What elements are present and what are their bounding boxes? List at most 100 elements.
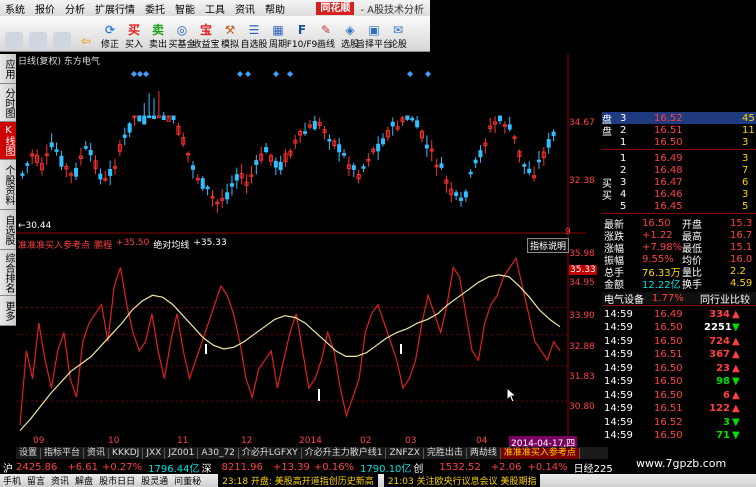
- app-brand: 同花顺 - A股技术分析: [316, 1, 430, 16]
- toolbar-button-blank[interactable]: [2, 17, 26, 51]
- left-tab-bar: 应用 分时图 K线图 个股资料 自选股 综合排名 更多: [0, 54, 16, 326]
- menu-item-news[interactable]: 资讯: [230, 1, 260, 16]
- ind-tick: 30.80: [569, 402, 595, 412]
- blank-icon: [5, 32, 23, 50]
- toolbar-button-fund[interactable]: ◎ 买基金: [168, 17, 196, 51]
- indicator-tab[interactable]: JZ001: [165, 447, 199, 459]
- indicator-tab[interactable]: 两劫线: [467, 447, 501, 459]
- tab-timeshare[interactable]: 分时图: [0, 84, 16, 122]
- tab-stock-info[interactable]: 个股资料: [0, 160, 16, 210]
- indicator-name[interactable]: 准准准买入参考点: [18, 238, 90, 251]
- bid-row[interactable]: 5 16.45 5: [602, 200, 756, 212]
- tab-watchlist[interactable]: 自选股: [0, 210, 16, 250]
- indicator-tab[interactable]: 资讯: [84, 447, 110, 459]
- indicator-help-button[interactable]: 指标说明: [527, 238, 570, 253]
- status-analysis[interactable]: 解盘: [72, 474, 96, 487]
- tab-kline[interactable]: K线图: [0, 122, 16, 160]
- period-icon: ▦: [272, 22, 284, 37]
- status-daily[interactable]: 股市日日: [96, 474, 138, 487]
- tab-apps[interactable]: 应用: [0, 54, 16, 84]
- tick-time: 14:59: [604, 362, 633, 374]
- toolbar-button-back-arrow[interactable]: ⇦: [74, 17, 98, 51]
- indicator-tab[interactable]: 介必升主力散户线1: [302, 447, 387, 459]
- menu-item-analysis[interactable]: 分析: [60, 1, 90, 16]
- menu-item-help[interactable]: 帮助: [260, 1, 290, 16]
- toolbar-button-star-list[interactable]: ☰ 自选股: [240, 17, 268, 51]
- status-message[interactable]: 留言: [24, 474, 48, 487]
- toolbar-button-hammer[interactable]: ⚒ 模拟: [218, 17, 242, 51]
- bid-row[interactable]: 买 3 16.47 6: [602, 176, 756, 190]
- sector-row[interactable]: 电气设备 1.77% 同行业比较: [602, 292, 756, 306]
- toolbar-button-label: 自选股: [240, 40, 268, 50]
- tick-row: 14:59 16.50 98 ▼: [602, 376, 756, 388]
- toolbar-button-buy[interactable]: 买买入: [122, 17, 146, 51]
- tick-row: 14:59 16.51 367 ▲: [602, 349, 756, 361]
- indicator-tab[interactable]: A30_72: [198, 447, 239, 459]
- tick-price: 16.50: [654, 362, 683, 374]
- indicator-value: +35.50: [116, 238, 150, 248]
- menu-item-ext-quote[interactable]: 扩展行情: [90, 1, 140, 16]
- toolbar-button-f10[interactable]: F F10/F9: [287, 17, 318, 51]
- toolbar-button-sell[interactable]: 卖卖出: [146, 17, 170, 51]
- candle-body: [54, 149, 59, 152]
- ask-row[interactable]: 盘 3 16.52 45: [602, 112, 756, 126]
- tick-time: 14:59: [604, 322, 633, 333]
- status-gulingtong[interactable]: 股灵通: [138, 474, 171, 487]
- x-axis-label: 2014: [299, 436, 322, 446]
- x-axis-label: 10: [108, 436, 120, 446]
- bid-row[interactable]: 买 4 16.46 3: [602, 188, 756, 202]
- menu-item-tools[interactable]: 工具: [200, 1, 230, 16]
- toolbar-button-blank[interactable]: [26, 17, 50, 51]
- indicator-tab[interactable]: JXX: [143, 447, 166, 459]
- toolbar-button-platform[interactable]: ▣ 旨择平台: [356, 17, 392, 51]
- tick-row: 14:59 16.50 71 ▼: [602, 430, 756, 442]
- indicator-tab[interactable]: 设置: [16, 447, 42, 459]
- candle-body: [327, 138, 332, 142]
- sh-index[interactable]: 2425.86: [16, 462, 57, 473]
- status-ask-secretary[interactable]: 问董秘: [171, 474, 204, 487]
- ask-volume: 11: [742, 124, 755, 136]
- ind-tick: 31.83: [569, 372, 595, 382]
- cy-index[interactable]: 1532.52: [439, 462, 480, 473]
- chart-header: 日线(复权) 东方电气: [18, 57, 100, 67]
- ask-level: 1: [620, 136, 627, 148]
- candle-body: [361, 166, 366, 169]
- toolbar-button-treasure[interactable]: 宝收益宝: [193, 17, 220, 51]
- indicator-tab[interactable]: 介必升LGFXY: [239, 447, 302, 459]
- menu-item-quote[interactable]: 报价: [30, 1, 60, 16]
- toolbar-button-label: 买基金: [168, 40, 196, 50]
- tick-price: 16.49: [654, 308, 683, 320]
- news-ticker-1[interactable]: 23:18 开盘: 美股高开道指创历史新高: [218, 474, 378, 487]
- indicator-tab[interactable]: KKKDJ: [109, 447, 144, 459]
- toolbar-button-pen[interactable]: ✎ 画线: [314, 17, 338, 51]
- toolbar-button-refresh[interactable]: ⟳ 修正: [98, 17, 122, 51]
- candle-body: [25, 163, 30, 166]
- news-ticker-2[interactable]: 21:03 关注欧央行议息会议 美股期指: [383, 474, 541, 487]
- menu-item-trade[interactable]: 委托: [140, 1, 170, 16]
- refresh-icon: ⟳: [104, 22, 116, 37]
- bid-volume: 3: [742, 188, 749, 200]
- avg-line-value: +35.33: [193, 238, 227, 248]
- sz-index[interactable]: 8211.96: [222, 462, 263, 473]
- ask-row[interactable]: 盘 2 16.51 11: [602, 124, 756, 138]
- bid-row[interactable]: 2 16.48 7: [602, 164, 756, 176]
- ask-row[interactable]: 1 16.50 3: [602, 136, 756, 148]
- toolbar-button-forum[interactable]: ✉ 论股: [386, 17, 410, 51]
- menu-item-system[interactable]: 系统: [0, 1, 30, 16]
- indicator-tab[interactable]: 准准准买入参考点: [500, 447, 580, 459]
- tick-volume: 334: [709, 308, 730, 320]
- indicator-tab[interactable]: ZNFZX: [386, 447, 424, 459]
- tab-more[interactable]: 更多: [0, 296, 16, 326]
- indicator-tab[interactable]: 指标平台: [41, 447, 85, 459]
- status-news[interactable]: 资讯: [48, 474, 72, 487]
- tab-ranking[interactable]: 综合排名: [0, 250, 16, 296]
- toolbar-button-blank[interactable]: [50, 17, 74, 51]
- tick-row: 14:59 16.50 724 ▲: [602, 335, 756, 347]
- indicator-tab[interactable]: 完胜出击: [424, 447, 467, 459]
- menu-item-smart[interactable]: 智能: [170, 1, 200, 16]
- ask-price: 16.52: [654, 112, 683, 124]
- bid-row[interactable]: 1 16.49 3: [602, 152, 756, 164]
- tick-volume: 367: [709, 349, 730, 360]
- arrow-down-icon: ▼: [732, 376, 740, 387]
- status-mobile[interactable]: 手机: [0, 474, 24, 487]
